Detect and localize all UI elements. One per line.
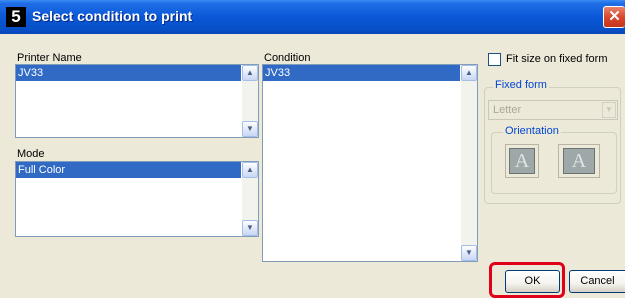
- list-item[interactable]: JV33: [263, 65, 460, 81]
- window-title: Select condition to print: [32, 8, 193, 24]
- mode-scrollbar[interactable]: ▲ ▼: [242, 162, 258, 236]
- orientation-landscape-button[interactable]: A: [558, 144, 600, 178]
- fit-size-label[interactable]: Fit size on fixed form: [506, 53, 607, 65]
- list-item[interactable]: JV33: [16, 65, 241, 81]
- scroll-down-icon[interactable]: ▼: [461, 245, 477, 261]
- scroll-up-icon[interactable]: ▲: [242, 65, 258, 81]
- condition-scrollbar[interactable]: ▲ ▼: [461, 65, 477, 261]
- scroll-up-icon[interactable]: ▲: [242, 162, 258, 178]
- ok-button[interactable]: OK: [505, 270, 560, 293]
- chevron-down-icon[interactable]: ▼: [602, 102, 616, 118]
- scroll-up-icon[interactable]: ▲: [461, 65, 477, 81]
- fixed-form-value: Letter: [493, 104, 522, 116]
- portrait-icon: A: [509, 148, 535, 174]
- scroll-down-icon[interactable]: ▼: [242, 220, 258, 236]
- fit-size-checkbox[interactable]: [488, 53, 501, 66]
- printer-name-list[interactable]: JV33 ▲ ▼: [15, 64, 259, 138]
- mode-label: Mode: [17, 148, 45, 160]
- app-logo-icon: 5: [6, 7, 26, 27]
- fixed-form-select[interactable]: Letter ▼: [488, 100, 618, 120]
- landscape-icon: A: [563, 148, 595, 174]
- printer-scrollbar[interactable]: ▲ ▼: [242, 65, 258, 137]
- orientation-label: Orientation: [503, 125, 561, 137]
- title-bar[interactable]: 5 Select condition to print ✕: [0, 0, 625, 34]
- fixed-form-label: Fixed form: [493, 79, 549, 91]
- orientation-portrait-button[interactable]: A: [505, 144, 539, 178]
- mode-list[interactable]: Full Color ▲ ▼: [15, 161, 259, 237]
- condition-list[interactable]: JV33 ▲ ▼: [262, 64, 478, 262]
- printer-name-label: Printer Name: [17, 52, 82, 64]
- list-item[interactable]: Full Color: [16, 162, 241, 178]
- scroll-down-icon[interactable]: ▼: [242, 121, 258, 137]
- close-button[interactable]: ✕: [603, 6, 625, 28]
- condition-label: Condition: [264, 52, 311, 64]
- cancel-button[interactable]: Cancel: [569, 270, 625, 293]
